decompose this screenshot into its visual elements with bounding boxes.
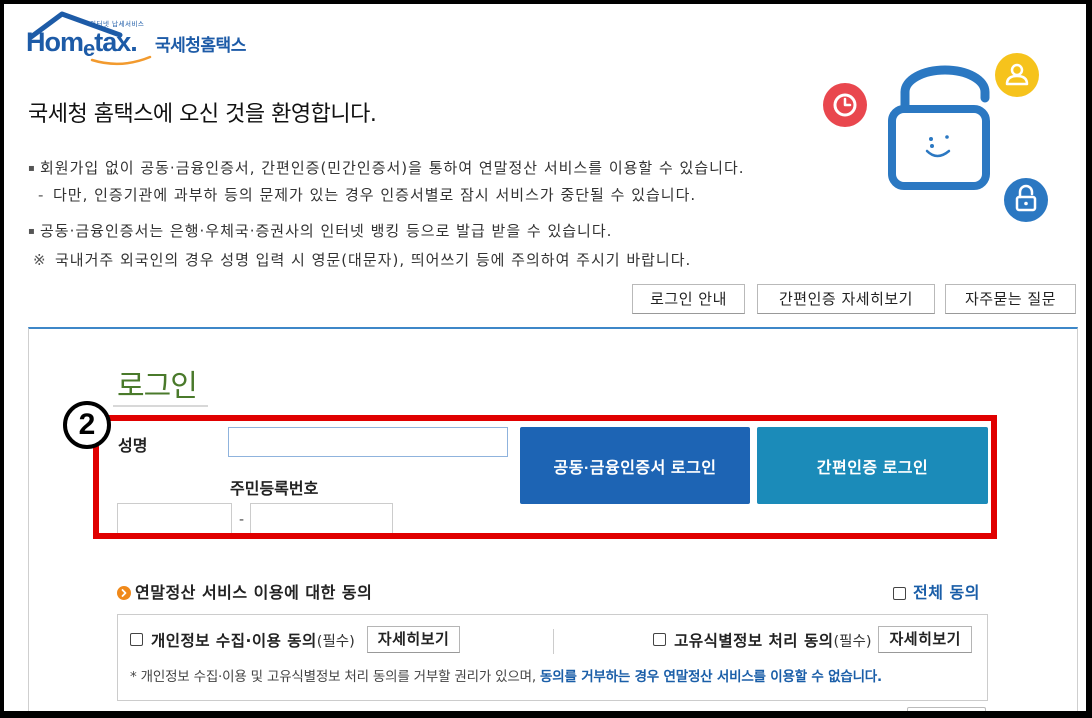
unique-id-detail-button[interactable]: 자세히보기: [878, 626, 972, 653]
user-icon: [995, 53, 1039, 97]
bullet-marker: ▪: [28, 226, 36, 237]
agree-all-label[interactable]: 전체 동의: [913, 583, 980, 603]
unique-id-consent-checkbox[interactable]: [653, 633, 667, 646]
clock-icon: [823, 83, 867, 127]
consent-box: 개인정보 수집·이용 동의(필수) 자세히보기 고유식별정보 처리 동의(필수)…: [117, 614, 988, 701]
agree-all-checkbox[interactable]: [893, 587, 906, 600]
rrn-front-input[interactable]: [117, 503, 232, 537]
logo-swoosh: [90, 55, 152, 66]
security-illustration: [823, 53, 1048, 222]
faq-button[interactable]: 자주묻는 질문: [945, 284, 1076, 314]
personal-info-consent-checkbox[interactable]: [130, 633, 143, 646]
consent-section-title: 연말정산 서비스 이용에 대한 동의: [135, 583, 373, 602]
required-tag: (필수): [316, 633, 355, 650]
notice-text: 공동·금융인증서는 은행·우체국·증권사의 인터넷 뱅킹 등으로 발급 받을 수…: [40, 222, 613, 240]
notice-line: ※ 국내거주 외국인의 경우 성명 입력 시 영문(대문자), 띄어쓰기 등에 주…: [33, 250, 833, 270]
required-tag: (필수): [833, 633, 872, 650]
open-padlock-icon: [888, 65, 990, 190]
simple-auth-login-button[interactable]: 간편인증 로그인: [757, 427, 988, 504]
rrn-back-input[interactable]: [250, 503, 393, 537]
annotation-step-badge: 2: [63, 401, 111, 449]
reference-marker: ※: [33, 251, 47, 269]
bullet-marker: ▪: [28, 163, 36, 174]
personal-info-detail-button[interactable]: 자세히보기: [366, 626, 461, 653]
notice-line: ▪ 회원가입 없이 공동·금융인증서, 간편인증(민간인증서)을 통하여 연말정산…: [28, 158, 828, 179]
dash-marker: -: [38, 186, 45, 204]
hometax-yearend-login-page: 인터넷 납세서비스 Hometax. 국세청홈택스 국세청 홈택스에 오신 것을…: [0, 0, 1092, 718]
consent-label-text: 개인정보 수집·이용 동의: [151, 631, 317, 650]
consent-divider: [553, 629, 554, 654]
welcome-title: 국세청 홈택스에 오신 것을 환영합니다.: [28, 102, 377, 127]
simple-auth-detail-button[interactable]: 간편인증 자세히보기: [757, 284, 935, 314]
name-label: 성명: [118, 436, 148, 455]
lock-icon: [1004, 178, 1048, 222]
consent-notice-text: * 개인정보 수집·이용 및 고유식별정보 처리 동의를 거부할 권리가 있으며…: [130, 669, 536, 685]
consent-refusal-notice: * 개인정보 수집·이용 및 고유식별정보 처리 동의를 거부할 권리가 있으며…: [130, 668, 882, 686]
hometax-logo[interactable]: 인터넷 납세서비스 Hometax. 국세청홈택스: [26, 8, 266, 70]
notice-line: - 다만, 인증기관에 과부하 등의 문제가 있는 경우 인증서별로 잠시 서비스…: [38, 185, 838, 205]
rrn-label: 주민등록번호: [230, 479, 319, 498]
partial-button[interactable]: [907, 707, 986, 718]
notice-text: 다만, 인증기관에 과부하 등의 문제가 있는 경우 인증서별로 잠시 서비스가…: [53, 186, 697, 204]
login-guide-button[interactable]: 로그인 안내: [632, 284, 745, 314]
notice-line: ▪ 공동·금융인증서는 은행·우체국·증권사의 인터넷 뱅킹 등으로 발급 받을 …: [28, 221, 828, 242]
rrn-separator: -: [239, 512, 245, 528]
cert-login-button[interactable]: 공동·금융인증서 로그인: [520, 427, 750, 504]
login-title: 로그인: [113, 370, 208, 407]
notice-text: 국내거주 외국인의 경우 성명 입력 시 영문(대문자), 띄어쓰기 등에 주의…: [55, 251, 692, 269]
unique-id-consent-label[interactable]: 고유식별정보 처리 동의(필수): [674, 629, 871, 651]
consent-label-text: 고유식별정보 처리 동의: [674, 631, 834, 650]
consent-item-unique-id: 고유식별정보 처리 동의(필수) 자세히보기: [653, 626, 972, 653]
logo-service-name: 국세청홈택스: [155, 36, 246, 56]
consent-item-personal-info: 개인정보 수집·이용 동의(필수) 자세히보기: [130, 626, 461, 653]
notice-text: 회원가입 없이 공동·금융인증서, 간편인증(민간인증서)을 통하여 연말정산 …: [40, 159, 745, 177]
personal-info-consent-label[interactable]: 개인정보 수집·이용 동의(필수): [151, 629, 355, 651]
consent-notice-emphasis: 동의를 거부하는 경우 연말정산 서비스를 이용할 수 없습니다.: [540, 669, 882, 685]
chevron-circle-icon: [117, 586, 131, 600]
name-input[interactable]: [228, 427, 508, 457]
